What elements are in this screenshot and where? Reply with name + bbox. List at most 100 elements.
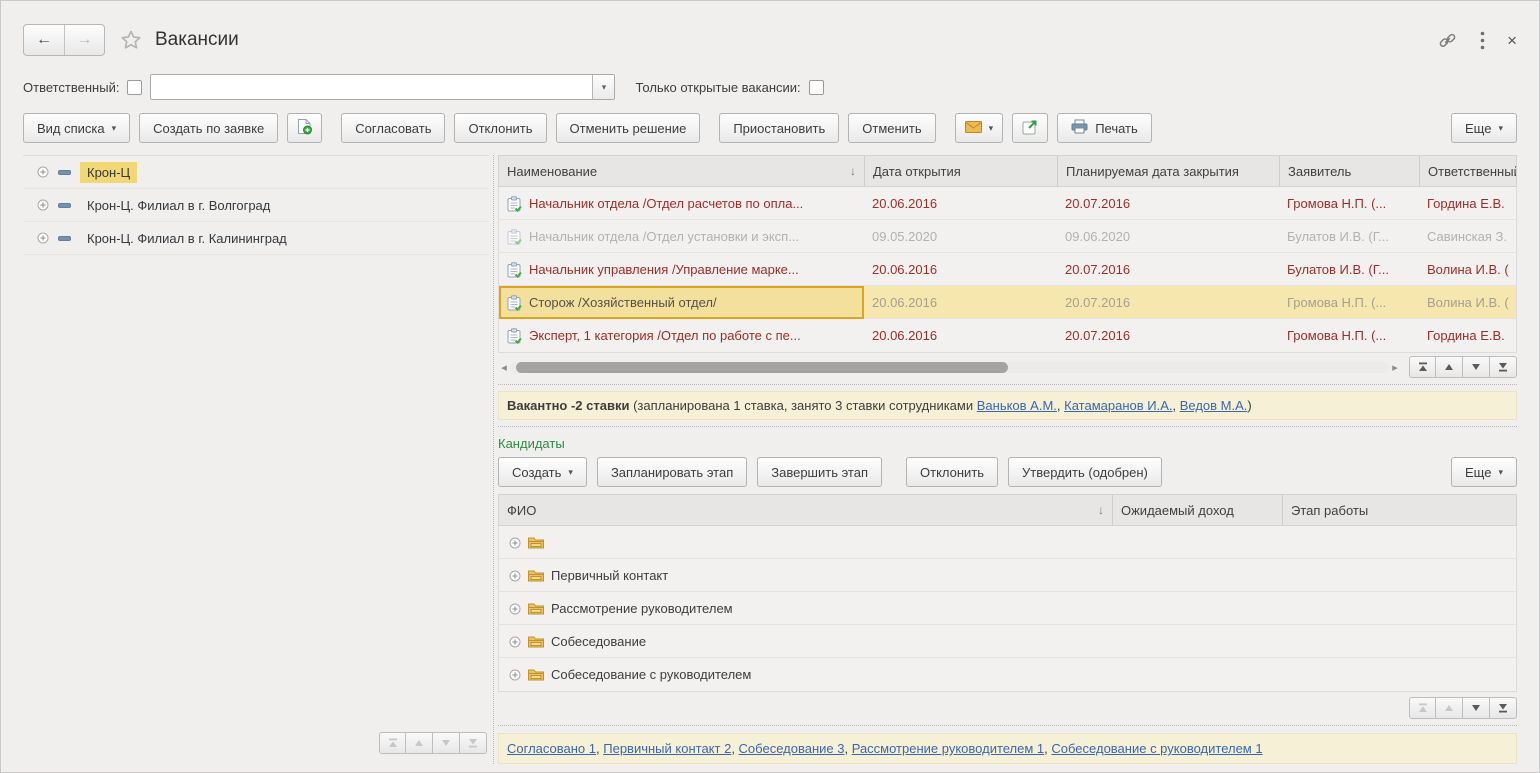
- stage-link[interactable]: Рассмотрение руководителем 1: [852, 741, 1044, 756]
- vacancy-row[interactable]: Начальник отдела /Отдел расчетов по опла…: [499, 187, 1516, 220]
- scroll-down-button[interactable]: [1463, 356, 1490, 378]
- column-header-expected-income[interactable]: Ожидаемый доход: [1112, 495, 1282, 525]
- approve-candidate-button[interactable]: Утвердить (одобрен): [1008, 457, 1162, 487]
- panel-separator: [493, 155, 494, 764]
- column-header-name[interactable]: Наименование↓: [499, 156, 864, 186]
- scroll-to-bottom-button[interactable]: [1490, 697, 1517, 719]
- expand-icon[interactable]: [509, 603, 521, 615]
- vacancy-row[interactable]: Начальник управления /Управление марке..…: [499, 253, 1516, 286]
- column-header-planned-close[interactable]: Планируемая дата закрытия: [1057, 156, 1279, 186]
- favorite-star-icon[interactable]: [119, 28, 143, 52]
- stage-link[interactable]: Первичный контакт 2: [603, 741, 731, 756]
- vacancy-document-icon: [507, 229, 522, 245]
- send-email-button[interactable]: ▾: [955, 113, 1004, 143]
- scroll-to-top-button[interactable]: [379, 732, 406, 754]
- responsible-filter-checkbox[interactable]: [127, 80, 142, 95]
- vacancy-info-bar: Вакантно -2 ставки (запланирована 1 став…: [498, 391, 1517, 420]
- employee-link[interactable]: Ваньков А.М.: [977, 398, 1057, 413]
- responsible-filter-label: Ответственный:: [23, 80, 119, 95]
- scrollbar-track[interactable]: [510, 362, 1389, 373]
- employee-link[interactable]: Катамаранов И.А.: [1064, 398, 1172, 413]
- only-open-checkbox[interactable]: [809, 80, 824, 95]
- create-document-button[interactable]: [287, 113, 322, 143]
- suspend-button[interactable]: Приостановить: [719, 113, 839, 143]
- scroll-right-icon[interactable]: ▸: [1389, 361, 1401, 374]
- create-by-request-button[interactable]: Создать по заявке: [139, 113, 278, 143]
- expand-icon[interactable]: [509, 636, 521, 648]
- expand-icon[interactable]: [37, 199, 49, 211]
- stage-link[interactable]: Собеседование 3: [739, 741, 845, 756]
- cancel-button[interactable]: Отменить: [848, 113, 935, 143]
- back-button[interactable]: ←: [24, 25, 64, 55]
- candidate-group-row[interactable]: Первичный контакт: [499, 559, 1516, 592]
- candidate-group-row[interactable]: Рассмотрение руководителем: [499, 592, 1516, 625]
- approve-button[interactable]: Согласовать: [341, 113, 445, 143]
- tree-item-branch-kaliningrad[interactable]: Крон-Ц. Филиал в г. Калининград: [23, 222, 489, 255]
- view-list-button[interactable]: Вид списка▾: [23, 113, 130, 143]
- separator: [498, 725, 1517, 726]
- candidates-scroll-buttons: [1409, 697, 1517, 719]
- scroll-to-top-button[interactable]: [1409, 697, 1436, 719]
- scroll-up-button[interactable]: [1436, 356, 1463, 378]
- responsible-input[interactable]: [151, 75, 592, 99]
- finish-stage-button[interactable]: Завершить этап: [757, 457, 882, 487]
- scroll-down-button[interactable]: [1463, 697, 1490, 719]
- stage-link[interactable]: Собеседование с руководителем 1: [1051, 741, 1262, 756]
- scroll-to-top-button[interactable]: [1409, 356, 1436, 378]
- decline-button[interactable]: Отклонить: [454, 113, 546, 143]
- vacancies-scroll-buttons: [1409, 356, 1517, 378]
- stage-link[interactable]: Согласовано 1: [507, 741, 596, 756]
- responsible-dropdown-button[interactable]: ▾: [592, 75, 614, 99]
- vacancy-info-bold: Вакантно -2 ставки: [507, 398, 629, 413]
- responsible-combo: ▾: [150, 74, 615, 100]
- horizontal-scrollbar: ◂ ▸: [498, 359, 1401, 375]
- external-link-icon: [1022, 119, 1038, 138]
- vacancy-row[interactable]: Начальник отдела /Отдел установки и эксп…: [499, 220, 1516, 253]
- expand-icon[interactable]: [37, 232, 49, 244]
- open-external-button[interactable]: [1012, 113, 1048, 143]
- expand-icon[interactable]: [509, 537, 521, 549]
- vacancy-document-icon: [507, 295, 522, 311]
- scroll-to-bottom-button[interactable]: [1490, 356, 1517, 378]
- folder-icon: [528, 602, 544, 615]
- page-title: Вакансии: [155, 29, 239, 51]
- expand-icon[interactable]: [37, 166, 49, 178]
- tree-item-kron-c[interactable]: Крон-Ц: [23, 156, 489, 189]
- vacancy-row-selected[interactable]: Сторож /Хозяйственный отдел/ 20.06.2016 …: [499, 286, 1516, 319]
- candidate-group-row[interactable]: Собеседование с руководителем: [499, 658, 1516, 691]
- vacancy-row[interactable]: Эксперт, 1 категория /Отдел по работе с …: [499, 319, 1516, 352]
- candidate-group-row[interactable]: Собеседование: [499, 625, 1516, 658]
- expand-icon[interactable]: [509, 570, 521, 582]
- employee-link[interactable]: Ведов М.А.: [1180, 398, 1248, 413]
- scroll-to-bottom-button[interactable]: [460, 732, 487, 754]
- column-header-responsible[interactable]: Ответственный: [1419, 156, 1516, 186]
- candidate-group-row[interactable]: [499, 526, 1516, 559]
- candidates-more-button[interactable]: Еще▾: [1451, 457, 1517, 487]
- scroll-up-button[interactable]: [1436, 697, 1463, 719]
- scroll-left-icon[interactable]: ◂: [498, 361, 510, 374]
- create-candidate-button[interactable]: Создать▾: [498, 457, 587, 487]
- print-button[interactable]: Печать: [1057, 113, 1152, 143]
- chevron-down-icon: ▾: [568, 467, 573, 478]
- column-header-applicant[interactable]: Заявитель: [1279, 156, 1419, 186]
- cancel-decision-button[interactable]: Отменить решение: [556, 113, 701, 143]
- column-header-work-stage[interactable]: Этап работы: [1282, 495, 1516, 525]
- column-header-fio[interactable]: ФИО↓: [499, 495, 1112, 525]
- more-menu-kebab-icon[interactable]: [1480, 31, 1485, 50]
- stage-summary-bar: Согласовано 1, Первичный контакт 2, Собе…: [498, 733, 1517, 764]
- scroll-down-button[interactable]: [433, 732, 460, 754]
- close-icon[interactable]: ×: [1507, 32, 1517, 49]
- expand-icon[interactable]: [509, 669, 521, 681]
- scrollbar-thumb[interactable]: [516, 362, 1008, 373]
- forward-button[interactable]: →: [64, 25, 104, 55]
- vacancies-scroll-row: ◂ ▸: [498, 356, 1517, 378]
- plan-stage-button[interactable]: Запланировать этап: [597, 457, 747, 487]
- organization-icon: [58, 236, 71, 241]
- titlebar: ← → Вакансии ×: [23, 23, 1517, 57]
- get-link-icon[interactable]: [1437, 30, 1458, 51]
- column-header-open-date[interactable]: Дата открытия: [864, 156, 1057, 186]
- more-button[interactable]: Еще▾: [1451, 113, 1517, 143]
- tree-item-branch-volgograd[interactable]: Крон-Ц. Филиал в г. Волгоград: [23, 189, 489, 222]
- scroll-up-button[interactable]: [406, 732, 433, 754]
- decline-candidate-button[interactable]: Отклонить: [906, 457, 998, 487]
